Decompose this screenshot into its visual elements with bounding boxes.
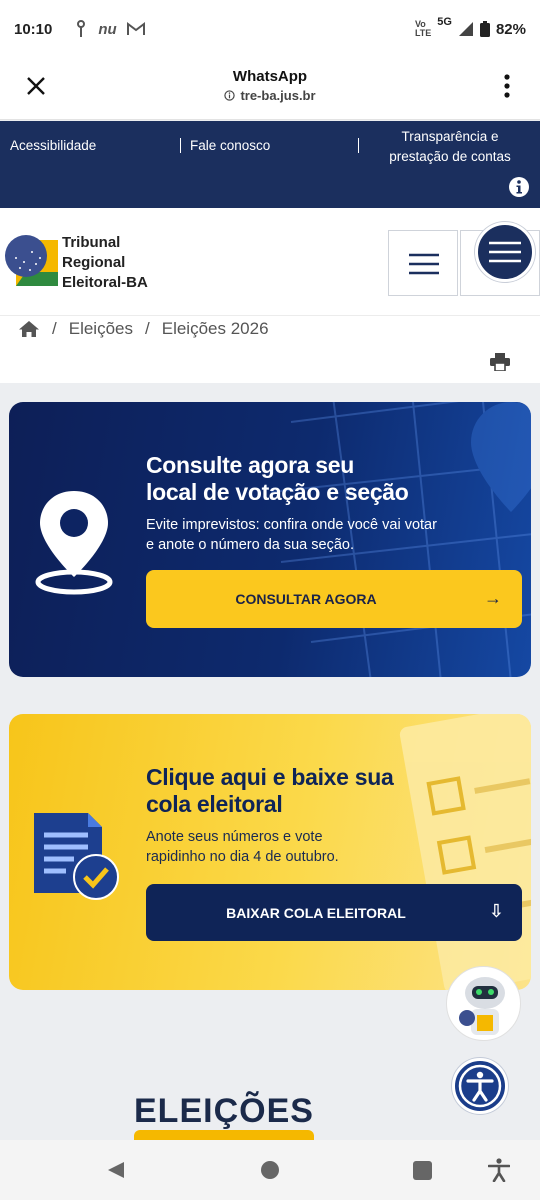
contact-link[interactable]: Fale conosco [190,138,270,153]
breadcrumb: / Eleições / Eleições 2026 [0,315,540,383]
location-pin-icon [35,491,113,595]
ballot-paper-decoration [398,714,531,990]
tre-ba-logo-text[interactable]: Tribunal Regional Eleitoral-BA [62,233,148,293]
breadcrumb-separator: / [145,319,150,338]
consult-now-label: CONSULTAR AGORA [235,591,377,607]
cola-banner-title: Clique aqui e baixe sua cola eleitoral [146,764,394,817]
back-icon[interactable] [106,1160,126,1180]
cola-eleitoral-banner[interactable]: Clique aqui e baixe sua cola eleitoral A… [9,714,531,990]
accessibility-icon [458,1064,502,1108]
home-icon[interactable] [18,320,40,338]
recents-icon[interactable] [413,1161,432,1180]
info-circle-icon [224,90,236,101]
top-nav: Acessibilidade Fale conosco Transparênci… [0,121,540,208]
divider [358,138,359,153]
robot-icon [459,977,505,1035]
download-cola-label: BAIXAR COLA ELEITORAL [226,905,406,921]
breadcrumb-item-current: Eleições 2026 [161,319,269,338]
breadcrumb-separator: / [52,319,57,338]
status-bar: 10:10 nu Vo LTE 5G 82% [0,0,540,58]
battery-icon [479,21,490,37]
browser-url: tre-ba.jus.br [240,88,316,103]
document-check-icon [34,813,119,900]
network-type: 5G [437,16,452,28]
home-nav-icon[interactable] [260,1160,280,1180]
accessibility-widget-button[interactable] [452,1058,508,1114]
polling-banner-text: Evite imprevistos: confira onde você vai… [146,517,437,553]
print-icon[interactable] [490,353,510,371]
accessibility-shortcut-icon[interactable] [488,1158,510,1182]
info-icon[interactable] [508,176,530,198]
breadcrumb-item[interactable]: Eleições [69,319,133,339]
battery-level: 82% [495,20,526,38]
polling-place-banner[interactable]: Consulte agora seu local de votação e se… [9,402,531,677]
nu-icon: nu [98,20,117,38]
volte-indicator: Vo LTE [414,19,432,38]
header-logo-bar: Tribunal Regional Eleitoral-BA [0,208,540,315]
download-arrow-icon: ⇩ [488,901,504,921]
browser-title: WhatsApp [232,68,308,85]
usb-icon [77,20,86,37]
hamburger-icon [489,241,521,263]
browser-url-row: tre-ba.jus.br [0,88,540,103]
accessibility-link[interactable]: Acessibilidade [10,138,96,153]
polling-banner-title: Consulte agora seu local de votação e se… [146,452,409,505]
arrow-right-icon: → [484,588,502,608]
consult-now-button[interactable]: CONSULTAR AGORA → [146,570,522,628]
hamburger-icon [409,253,439,275]
divider [180,138,181,153]
tre-ba-logo-icon[interactable] [4,232,58,290]
status-time: 10:10 [14,20,53,38]
cola-banner-text: Anote seus números e vote rapidinho no d… [146,829,339,865]
browser-header: WhatsApp tre-ba.jus.br [0,58,540,120]
android-nav-bar [0,1140,540,1200]
chatbot-robot-button[interactable] [446,966,521,1041]
signal-icon [458,22,473,36]
eleicoes-logo-text: ELEIÇÕES [134,1092,314,1130]
transparency-link[interactable]: Transparência e prestação de contas [370,127,530,167]
download-cola-button[interactable]: BAIXAR COLA ELEITORAL ⇩ [146,884,522,941]
menu-button[interactable] [388,230,458,296]
gmail-icon [126,22,145,35]
floating-menu-button[interactable] [475,222,535,282]
more-options-icon[interactable] [504,74,510,98]
